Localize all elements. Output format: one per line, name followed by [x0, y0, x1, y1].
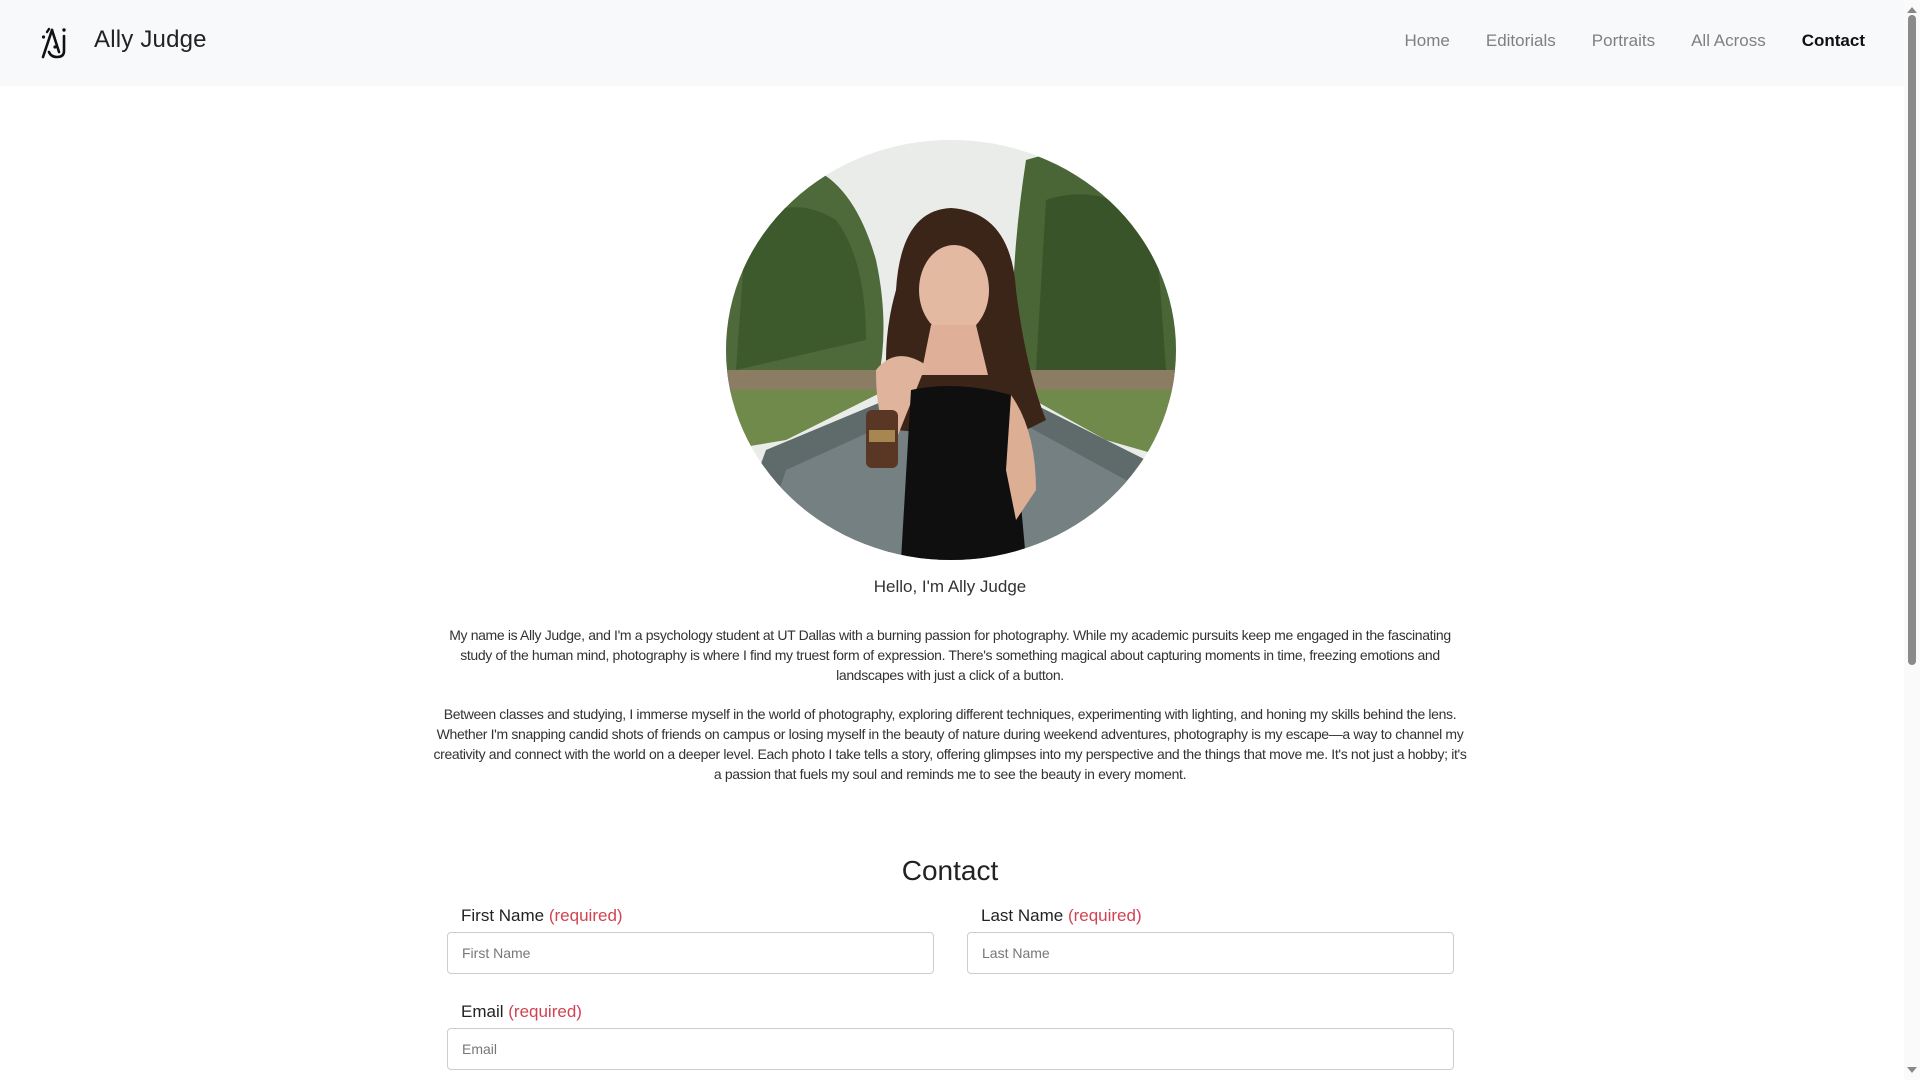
greeting-heading: Hello, I'm Ally Judge [873, 577, 1027, 596]
email-label-text: Email [461, 1002, 504, 1021]
bio-paragraph: Between classes and studying, I immerse … [433, 706, 1467, 782]
email-label: Email (required) [461, 1002, 582, 1022]
vertical-scrollbar[interactable] [1904, 0, 1920, 1080]
nav-link-home[interactable]: Home [1405, 31, 1450, 51]
last-name-input[interactable] [967, 932, 1454, 974]
profile-photo-illustration [726, 140, 1176, 560]
scroll-down-arrow-icon[interactable] [1907, 1067, 1917, 1073]
bio-paragraph: My name is Ally Judge, and I'm a psychol… [449, 627, 1451, 683]
email-input[interactable] [447, 1028, 1454, 1070]
nav-link-editorials[interactable]: Editorials [1486, 31, 1556, 51]
site-title[interactable]: Ally Judge [94, 26, 207, 54]
first-name-label: First Name (required) [461, 906, 623, 926]
required-indicator: (required) [508, 1002, 582, 1021]
site-header: Ally Judge Home Editorials Portraits All… [0, 0, 1904, 86]
nav-link-contact[interactable]: Contact [1802, 31, 1865, 51]
required-indicator: (required) [548, 906, 623, 925]
scrollbar-thumb[interactable] [1908, 15, 1916, 665]
profile-photo [726, 140, 1176, 560]
last-name-label-text: Last Name [981, 906, 1064, 925]
contact-heading: Contact [901, 855, 999, 886]
aj-monogram-logo-icon[interactable] [38, 24, 72, 60]
last-name-label: Last Name (required) [981, 906, 1142, 926]
nav-link-all-across[interactable]: All Across [1691, 31, 1766, 51]
first-name-label-text: First Name [461, 906, 545, 925]
first-name-input[interactable] [447, 932, 934, 974]
main-nav: Home Editorials Portraits All Across Con… [1369, 31, 1866, 51]
nav-link-portraits[interactable]: Portraits [1592, 31, 1655, 51]
page: Ally Judge Home Editorials Portraits All… [0, 0, 1904, 1080]
required-indicator: (required) [1067, 906, 1142, 925]
scroll-up-arrow-icon[interactable] [1907, 7, 1917, 13]
